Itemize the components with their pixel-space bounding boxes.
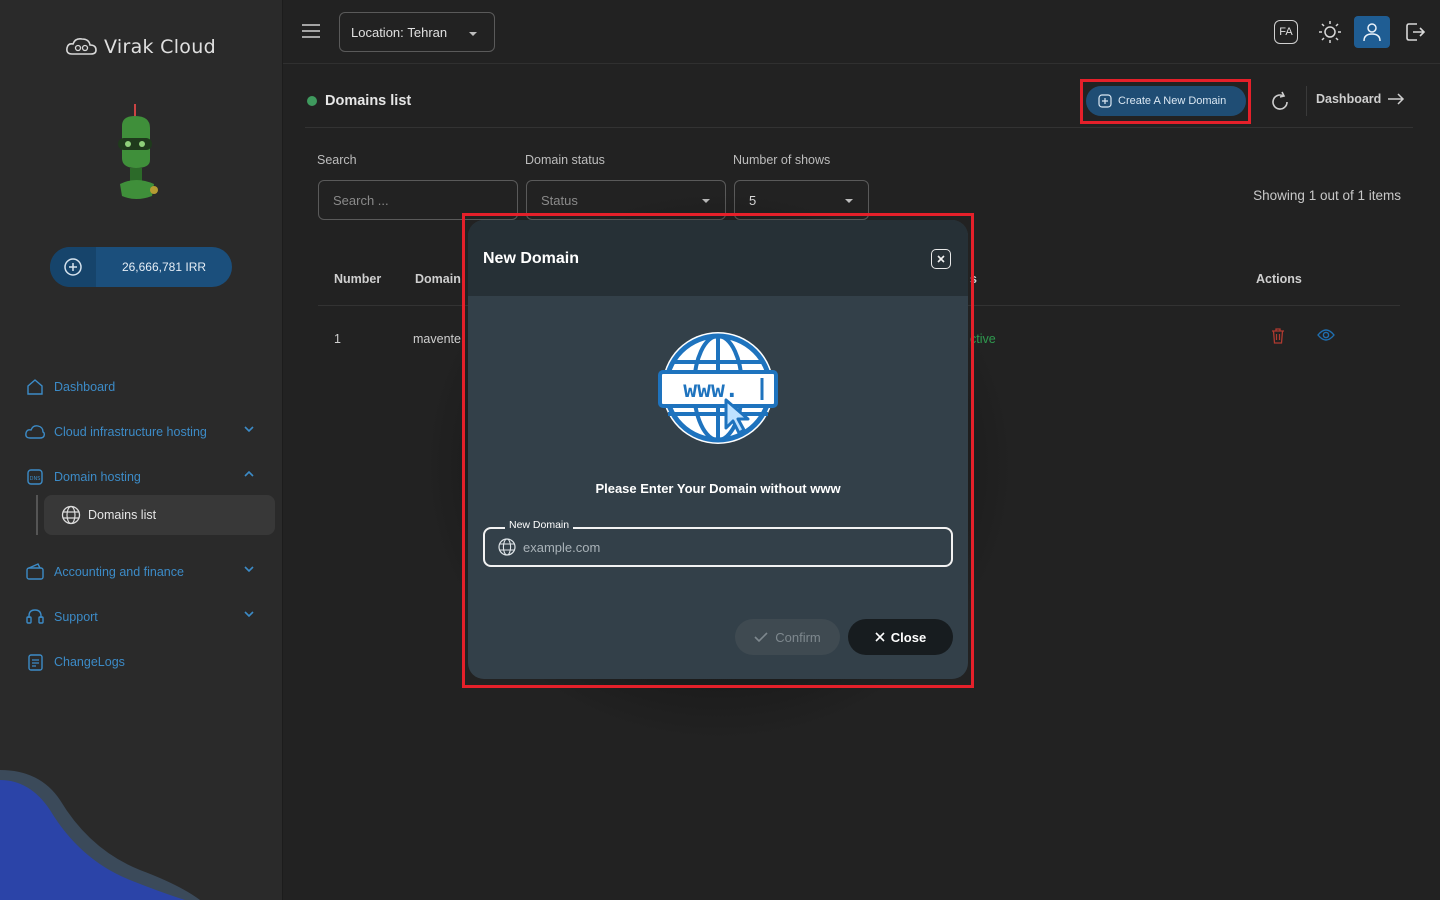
- modal-close-icon[interactable]: [931, 249, 951, 269]
- status-dot: [307, 96, 317, 106]
- sidebar-item-label: Dashboard: [54, 379, 116, 394]
- caret-down-icon: [469, 32, 477, 36]
- create-domain-label: Create A New Domain: [1118, 95, 1227, 107]
- search-label: Search: [317, 153, 357, 167]
- profile-button[interactable]: [1354, 16, 1390, 48]
- confirm-label: Confirm: [775, 629, 821, 645]
- theme-toggle-button[interactable]: [1314, 16, 1346, 48]
- cloud-logo-icon: [66, 38, 97, 55]
- robot-mascot-icon: [118, 104, 158, 199]
- svg-text:www.: www.: [683, 377, 738, 403]
- brand-logo[interactable]: Virak Cloud: [64, 36, 216, 58]
- sidebar-item-label: ChangeLogs: [54, 654, 125, 669]
- wallet-icon: [24, 561, 46, 583]
- sidebar: Virak Cloud 26,666,781 IRR Dashboard Clo…: [0, 0, 283, 900]
- new-domain-field-label: New Domain: [505, 519, 574, 531]
- wallet-icon: [50, 247, 96, 287]
- cell-number: 1: [334, 332, 341, 346]
- dashboard-link-label: Dashboard: [1316, 92, 1382, 106]
- location-value: Tehran: [407, 24, 448, 40]
- chevron-down-icon: [244, 426, 254, 433]
- submenu-line: [36, 495, 38, 535]
- status-label: Domain status: [525, 153, 605, 167]
- chevron-up-icon: [244, 470, 254, 477]
- sidebar-item-dashboard[interactable]: Dashboard: [0, 364, 282, 409]
- sidebar-item-label: Accounting and finance: [54, 564, 184, 579]
- sidebar-subitem-label: Domains list: [88, 508, 157, 522]
- close-button[interactable]: Close: [848, 619, 953, 655]
- sidebar-item-label: Support: [54, 609, 98, 624]
- page-title: Domains list: [325, 93, 412, 109]
- page-header: Domains list Create A New Domain Dashboa…: [305, 78, 1413, 128]
- location-label: Location:: [351, 24, 404, 40]
- home-icon: [24, 376, 46, 398]
- support-icon: [24, 606, 46, 628]
- search-placeholder: Search ...: [333, 192, 389, 208]
- close-label: Close: [890, 629, 927, 645]
- modal-title: New Domain: [483, 250, 580, 267]
- balance-amount: 26,666,781: [121, 260, 183, 274]
- trash-icon[interactable]: [1271, 328, 1285, 344]
- location-select[interactable]: Location: Tehran: [339, 12, 495, 52]
- create-domain-button[interactable]: Create A New Domain: [1086, 86, 1246, 116]
- balance-currency: IRR: [185, 260, 207, 274]
- sidebar-subitem-domains-list[interactable]: Domains list: [44, 495, 275, 535]
- svg-text:DNS: DNS: [30, 476, 41, 482]
- showing-count: Showing 1 out of 1 items: [1253, 188, 1401, 203]
- topbar: Location: Tehran FA: [283, 0, 1440, 64]
- sidebar-item-support[interactable]: Support: [0, 594, 282, 639]
- new-domain-field[interactable]: New Domain: [483, 519, 953, 567]
- cloud-icon: [24, 421, 46, 443]
- new-domain-input[interactable]: [523, 539, 943, 555]
- sidebar-item-label: Domain hosting: [54, 469, 141, 484]
- www-globe-icon: www.: [658, 332, 778, 444]
- arrow-right-icon: [1388, 93, 1405, 105]
- sidebar-item-domain-hosting[interactable]: DNS Domain hosting: [0, 454, 282, 499]
- globe-icon: [498, 538, 516, 556]
- chevron-down-icon: [244, 566, 254, 573]
- divider: [1306, 86, 1307, 116]
- language-button[interactable]: FA: [1270, 16, 1302, 48]
- sidebar-item-accounting[interactable]: Accounting and finance: [0, 549, 282, 594]
- sidebar-nav: Dashboard Cloud infrastructure hosting D…: [0, 364, 282, 684]
- decorative-wave: [0, 770, 200, 900]
- sidebar-item-cloud-hosting[interactable]: Cloud infrastructure hosting: [0, 409, 282, 454]
- column-header: Number: [334, 272, 382, 286]
- plus-square-icon: [1098, 94, 1112, 108]
- language-label: FA: [1274, 20, 1298, 44]
- sidebar-item-changelogs[interactable]: ChangeLogs: [0, 639, 282, 684]
- dns-icon: DNS: [24, 466, 46, 488]
- check-icon: [754, 632, 768, 643]
- modal-header: New Domain: [468, 220, 968, 296]
- menu-icon[interactable]: [301, 22, 321, 40]
- user-icon: [1363, 23, 1381, 42]
- close-icon: [875, 632, 885, 642]
- brand-name: Virak Cloud: [104, 36, 216, 58]
- modal-message: Please Enter Your Domain without www: [595, 481, 841, 496]
- chevron-down-icon: [244, 611, 254, 618]
- column-header: Actions: [1256, 272, 1302, 286]
- new-domain-modal: New Domain www. Please Enter Your Domain…: [468, 220, 968, 679]
- globe-icon: [61, 505, 81, 525]
- sidebar-item-label: Cloud infrastructure hosting: [54, 424, 207, 439]
- sun-icon: [1319, 21, 1341, 43]
- logout-icon: [1406, 23, 1426, 41]
- confirm-button[interactable]: Confirm: [735, 619, 840, 655]
- refresh-icon[interactable]: [1268, 90, 1292, 114]
- wallet-balance[interactable]: 26,666,781 IRR: [50, 247, 232, 287]
- changelog-icon: [24, 651, 46, 673]
- count-label: Number of shows: [733, 153, 831, 167]
- logout-button[interactable]: [1399, 16, 1431, 48]
- eye-icon[interactable]: [1317, 328, 1335, 342]
- dashboard-link[interactable]: Dashboard: [1316, 92, 1405, 106]
